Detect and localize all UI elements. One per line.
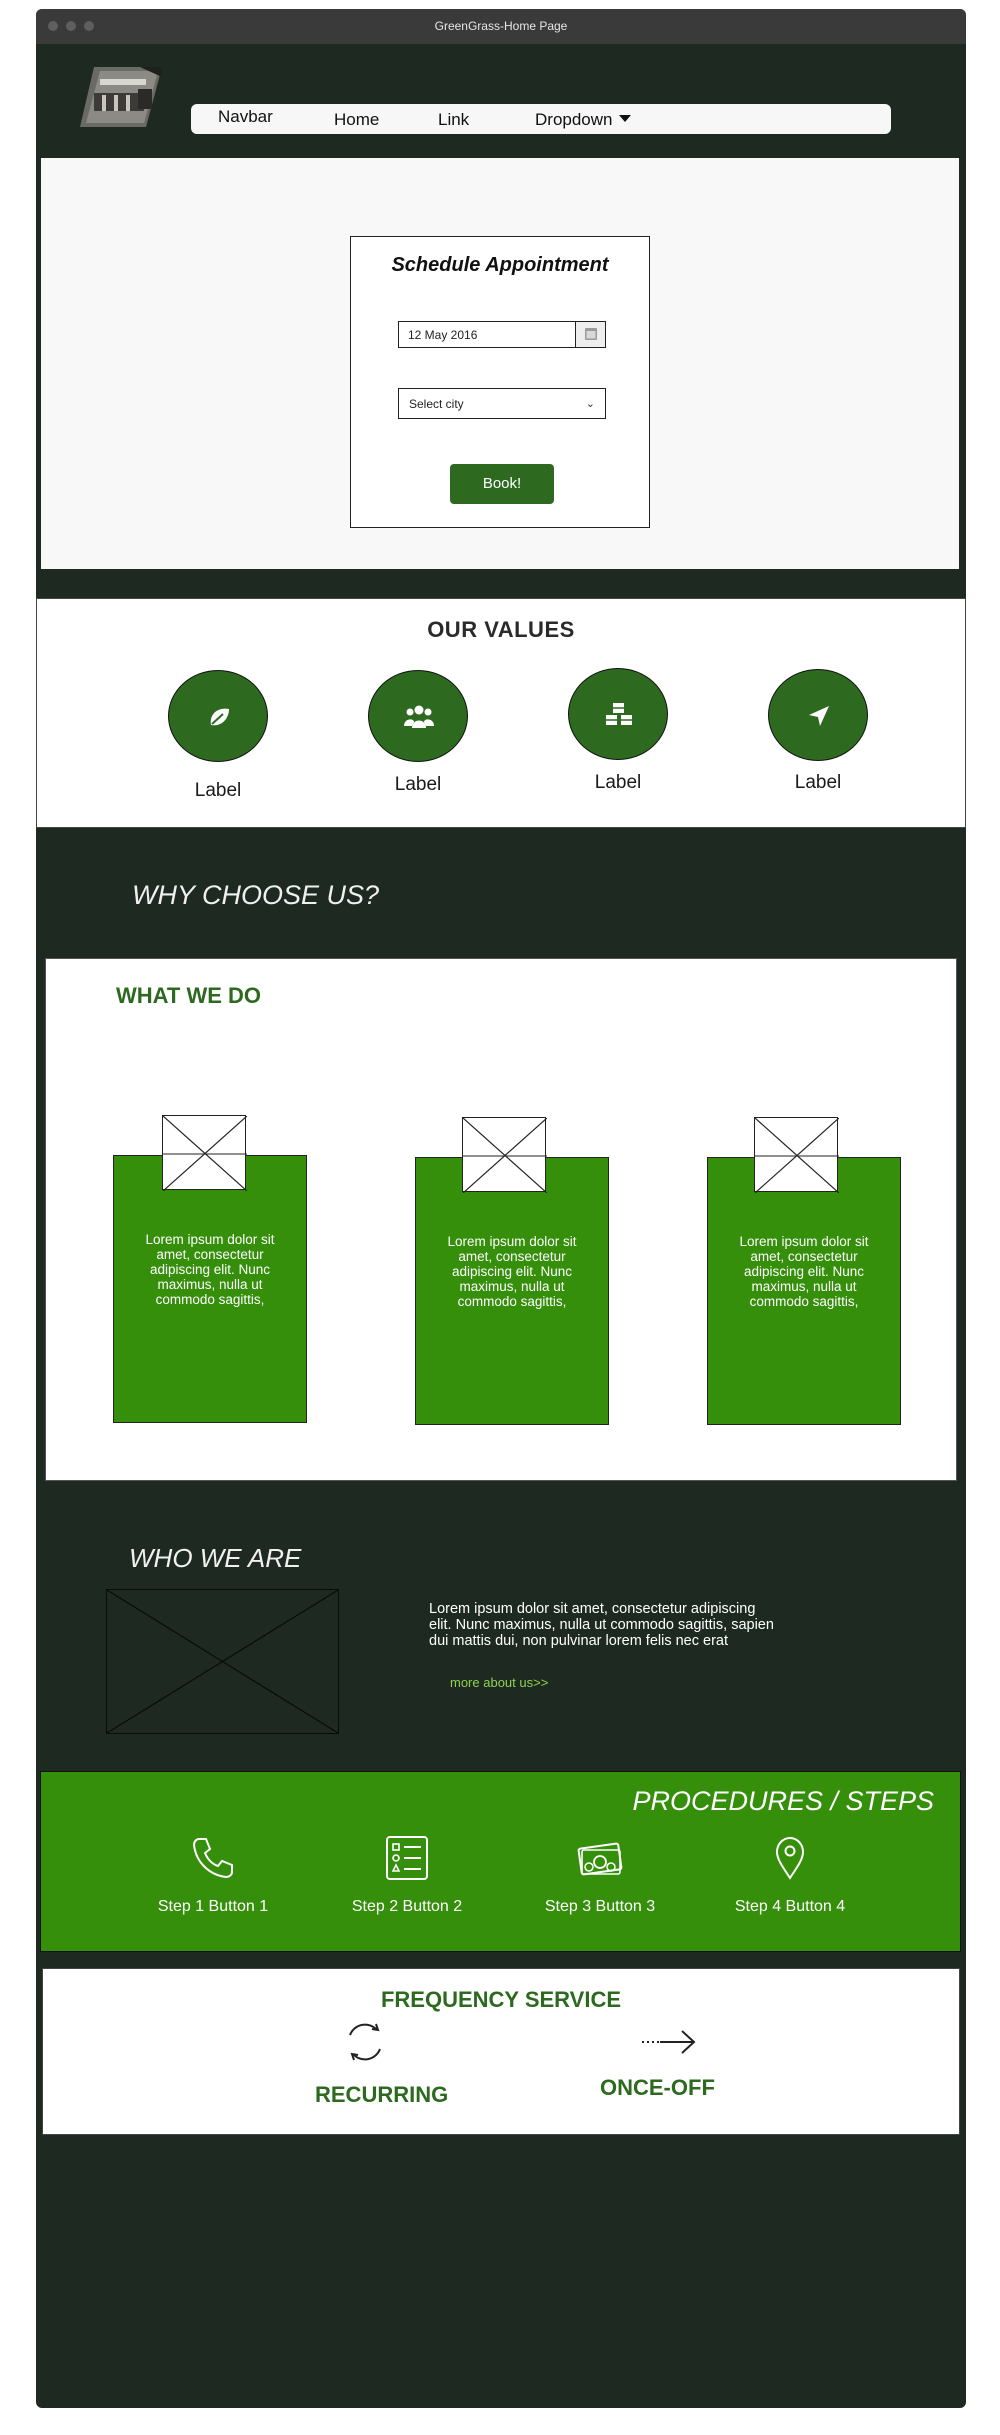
appointment-title: Schedule Appointment [391,254,609,276]
why-choose-us-heading: WHY CHOOSE US? [132,880,380,910]
frequency-section: FREQUENCY SERVICE RECURRING ONCE-OFF [42,1968,960,2135]
browser-window: GreenGrass-Home Page Navbar Home Link Dr… [36,9,966,2408]
nav-dropdown-label: Dropdown [535,110,613,129]
caret-down-icon [618,115,631,122]
service-card[interactable]: Lorem ipsum dolor sit amet, consectetur … [415,1157,609,1425]
value-circle-cubes[interactable] [568,668,668,760]
city-select[interactable]: Select city ⌄ [398,388,606,419]
nav-link-home[interactable]: Home [334,110,379,130]
frequency-title: FREQUENCY SERVICE [380,1987,622,2012]
nav-link-link[interactable]: Link [438,110,469,130]
who-we-are-heading: WHO WE ARE [129,1543,302,1573]
leaf-icon [210,708,229,726]
more-about-us-link[interactable]: more about us>> [450,1675,548,1690]
values-title: OUR VALUES [427,617,575,642]
value-label: Label [594,772,642,793]
map-pin-icon[interactable] [766,1834,814,1882]
image-placeholder-icon [462,1117,548,1194]
service-card[interactable]: Lorem ipsum dolor sit amet, consectetur … [113,1155,307,1423]
logo-image[interactable] [80,67,162,127]
window-title: GreenGrass-Home Page [434,19,568,33]
users-icon [404,705,434,728]
city-select-value: Select city [409,397,464,411]
chevron-down-icon: ⌄ [585,398,595,410]
service-card-text: Lorem ipsum dolor sit amet, consectetur … [447,1234,577,1309]
calendar-icon [585,328,597,340]
step-2-button[interactable]: Step 2 Button 2 [317,1898,497,1916]
image-placeholder-icon [162,1115,248,1192]
calendar-button[interactable] [575,322,605,347]
value-circle-location[interactable] [768,669,868,761]
book-button[interactable]: Book! [450,464,554,504]
money-icon[interactable] [576,1834,624,1882]
arrow-right-icon[interactable] [640,2027,698,2057]
nav-dropdown[interactable]: Dropdown [535,110,631,130]
refresh-icon[interactable] [341,2018,389,2066]
once-off-option[interactable]: ONCE-OFF [600,2075,715,2101]
value-label: Label [194,780,242,801]
date-value: 12 May 2016 [408,328,478,342]
phone-icon[interactable] [189,1834,237,1882]
value-label: Label [794,772,842,793]
service-card-text: Lorem ipsum dolor sit amet, consectetur … [739,1234,869,1309]
about-text: Lorem ipsum dolor sit amet, consectetur … [429,1601,774,1649]
procedures-section: PROCEDURES / STEPS Step 1 Button 1 Step … [40,1771,961,1952]
hero-section: Schedule Appointment 12 May 2016 Select … [41,158,959,569]
values-section: OUR VALUES Label Label Label Label [36,598,966,828]
procedures-title: PROCEDURES / STEPS [632,1786,934,1816]
date-field[interactable]: 12 May 2016 [398,321,606,348]
navbar: Navbar Home Link Dropdown [191,104,891,134]
cubes-icon [606,703,632,725]
appointment-form: Schedule Appointment 12 May 2016 Select … [350,236,650,528]
step-1-button[interactable]: Step 1 Button 1 [123,1898,303,1916]
value-label: Label [394,774,442,795]
checklist-icon[interactable] [383,1834,431,1882]
value-circle-users[interactable] [368,670,468,762]
navbar-brand[interactable]: Navbar [218,107,273,127]
what-we-do-title: WHAT WE DO [116,983,262,1008]
step-3-button[interactable]: Step 3 Button 3 [510,1898,690,1916]
image-placeholder-icon [754,1117,840,1194]
step-4-button[interactable]: Step 4 Button 4 [700,1898,880,1916]
service-card[interactable]: Lorem ipsum dolor sit amet, consectetur … [707,1157,901,1425]
service-card-text: Lorem ipsum dolor sit amet, consectetur … [145,1232,275,1307]
window-titlebar: GreenGrass-Home Page [36,9,966,44]
location-arrow-icon [809,706,829,726]
what-we-do-section: WHAT WE DO Lorem ipsum dolor sit amet, c… [45,958,957,1481]
about-image-placeholder [106,1589,339,1734]
value-circle-leaf[interactable] [168,670,268,762]
recurring-option[interactable]: RECURRING [315,2082,448,2108]
